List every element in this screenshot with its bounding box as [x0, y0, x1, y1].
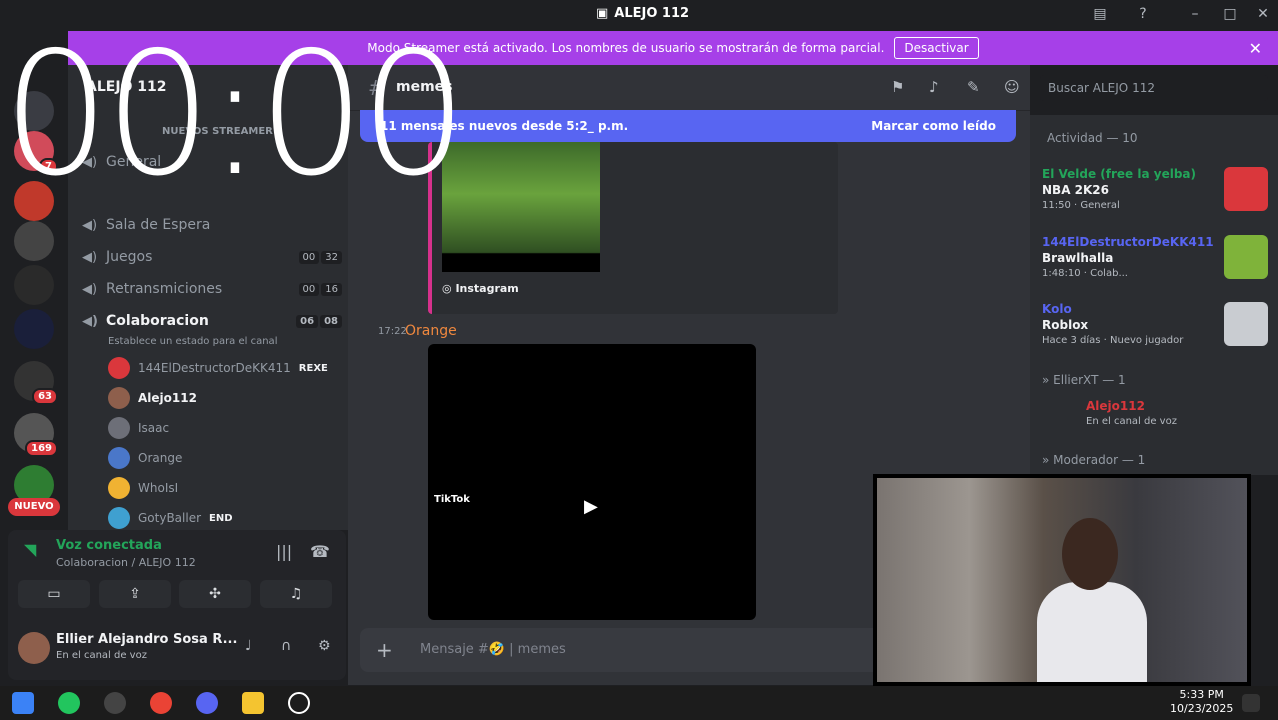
- screen-share-button[interactable]: ⇪: [99, 580, 171, 608]
- help-icon[interactable]: ?: [1134, 6, 1152, 24]
- add-attachment-icon[interactable]: +: [376, 638, 393, 662]
- user-count: 00 32: [298, 250, 342, 264]
- play-icon[interactable]: ▶: [584, 496, 598, 517]
- notifications-icon[interactable]: [1242, 694, 1260, 712]
- start-icon[interactable]: [12, 692, 34, 714]
- voice-user[interactable]: WhoIsI: [108, 477, 338, 499]
- voice-user[interactable]: GotyBaller END: [108, 507, 338, 529]
- notifications-icon[interactable]: ♪: [929, 78, 939, 96]
- file-explorer-icon[interactable]: [242, 692, 264, 714]
- inbox-icon[interactable]: ▤: [1091, 6, 1109, 24]
- activities-button[interactable]: ✣: [179, 580, 251, 608]
- webcam-overlay: [873, 474, 1251, 686]
- avatar[interactable]: [18, 632, 50, 664]
- channel-juegos[interactable]: ◀) Juegos 00 32: [82, 246, 342, 268]
- soundboard-button[interactable]: ♫: [260, 580, 332, 608]
- clock-app-icon[interactable]: [288, 692, 310, 714]
- avatar: [108, 447, 130, 469]
- mention-badge: 63: [32, 388, 58, 405]
- voice-user[interactable]: Orange: [108, 447, 338, 469]
- server-icon[interactable]: [14, 265, 54, 305]
- channel-status-hint[interactable]: Establece un estado para el canal: [108, 330, 338, 352]
- timer-overlay: 00:00: [2, 16, 468, 214]
- discord-icon[interactable]: [196, 692, 218, 714]
- tiktok-watermark: TikTok: [434, 494, 470, 505]
- speaker-icon: ◀): [82, 281, 98, 297]
- whatsapp-icon[interactable]: [58, 692, 80, 714]
- game-thumbnail: [1224, 235, 1268, 279]
- members-icon[interactable]: ☺: [1004, 78, 1020, 96]
- avatar: [108, 387, 130, 409]
- server-icon[interactable]: 169: [14, 413, 58, 457]
- avatar: [108, 477, 130, 499]
- pin-icon[interactable]: ✎: [967, 78, 980, 96]
- avatar: [108, 357, 130, 379]
- voice-status[interactable]: Voz conectada: [56, 538, 162, 553]
- taskbar: 5:33 PM 10/23/2025: [0, 686, 1278, 720]
- close-window-button[interactable]: ✕: [1254, 6, 1272, 24]
- voice-location[interactable]: Colaboracion / ALEJO 112: [56, 556, 196, 569]
- microphone-icon[interactable]: ♩: [245, 638, 252, 654]
- server-icon[interactable]: [14, 309, 54, 349]
- activity-card[interactable]: Kolo Roblox Hace 3 días · Nuevo jugador: [1042, 302, 1272, 346]
- disconnect-icon[interactable]: ☎: [310, 542, 330, 561]
- activity-header[interactable]: Actividad — 10: [1047, 131, 1138, 145]
- embed-image[interactable]: [442, 142, 600, 272]
- mark-as-read-button[interactable]: Marcar como leído: [871, 119, 996, 133]
- video-player[interactable]: TikTok ▶: [428, 344, 756, 620]
- channel-colaboracion[interactable]: ◀) Colaboracion 06 08: [82, 310, 342, 332]
- server-icon[interactable]: 63: [14, 361, 58, 405]
- threads-icon[interactable]: ⚑: [891, 78, 904, 96]
- server-logo-icon: ▣: [596, 6, 609, 21]
- user-name[interactable]: Ellier Alejandro Sosa R...: [56, 632, 237, 647]
- search-input[interactable]: Buscar ALEJO 112: [1040, 75, 1268, 101]
- mention-badge: 169: [25, 440, 58, 457]
- system-clock[interactable]: 5:33 PM 10/23/2025: [1170, 688, 1233, 716]
- message-time: 17:22: [378, 326, 407, 337]
- disable-streamer-mode-button[interactable]: Desactivar: [894, 37, 979, 59]
- chrome-icon[interactable]: [150, 692, 172, 714]
- maximize-button[interactable]: □: [1221, 6, 1239, 24]
- activity-card[interactable]: 144ElDestructorDeKK411 Brawlhalla 1:48:1…: [1042, 235, 1272, 279]
- voice-user[interactable]: Isaac: [108, 417, 338, 439]
- obs-icon[interactable]: [104, 692, 126, 714]
- user-panel: Ellier Alejandro Sosa R... En el canal d…: [18, 628, 338, 668]
- speaker-icon: ◀): [82, 217, 98, 233]
- embed-source[interactable]: ◎ Instagram: [442, 282, 519, 295]
- server-icon[interactable]: [14, 221, 54, 261]
- game-thumbnail: [1224, 167, 1268, 211]
- camera-button[interactable]: ▭: [18, 580, 90, 608]
- avatar: [108, 507, 130, 529]
- avatar: [108, 417, 130, 439]
- message-input[interactable]: Mensaje #🤣 | memes: [420, 642, 566, 657]
- signal-icon[interactable]: ◥: [24, 540, 36, 559]
- activity-card[interactable]: El Velde (free la yelba) NBA 2K26 11:50 …: [1042, 167, 1272, 211]
- window-title: ▣ ALEJO 112: [596, 6, 690, 21]
- channel-retransmiciones[interactable]: ◀) Retransmiciones 00 16: [82, 278, 342, 300]
- activity-panel: Actividad — 10 El Velde (free la yelba) …: [1030, 115, 1278, 475]
- headphones-icon[interactable]: ∩: [281, 638, 291, 654]
- noise-suppression-icon[interactable]: |||: [276, 542, 292, 561]
- user-status: En el canal de voz: [56, 650, 147, 661]
- member-item[interactable]: Alejo112 En el canal de voz: [1042, 399, 1272, 427]
- minimize-button[interactable]: –: [1186, 6, 1204, 24]
- member-group-header: » EllierXT — 1: [1042, 373, 1126, 387]
- new-servers-pill[interactable]: NUEVO: [8, 498, 60, 516]
- member-group-header: » Moderador — 1: [1042, 453, 1146, 467]
- user-count: 00 16: [298, 282, 342, 296]
- user-count: 06 08: [296, 314, 342, 328]
- game-thumbnail: [1224, 302, 1268, 346]
- instagram-icon: ◎: [442, 282, 456, 295]
- channel-sala-de-espera[interactable]: ◀) Sala de Espera: [82, 214, 342, 236]
- voice-user[interactable]: Alejo112: [108, 387, 338, 409]
- speaker-icon: ◀): [82, 313, 98, 329]
- message-author[interactable]: Orange: [405, 323, 457, 339]
- voice-user[interactable]: 144ElDestructorDeKK411 REXE: [108, 357, 338, 379]
- gear-icon[interactable]: ⚙: [318, 638, 331, 654]
- close-banner-icon[interactable]: ✕: [1249, 39, 1262, 58]
- streamer-figure: [1037, 518, 1147, 682]
- speaker-icon: ◀): [82, 249, 98, 265]
- instagram-embed: ◎ Instagram: [428, 142, 838, 314]
- voice-panel: ◥ Voz conectada Colaboracion / ALEJO 112…: [8, 530, 346, 680]
